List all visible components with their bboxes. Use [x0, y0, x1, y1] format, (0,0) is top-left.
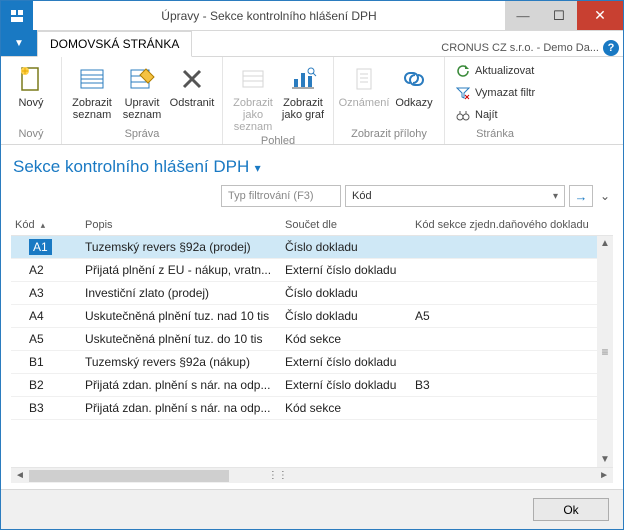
window-minimize-button[interactable]: — — [505, 1, 541, 30]
cell-popis: Přijatá zdan. plnění s nár. na odp... — [81, 401, 281, 415]
links-button[interactable]: Odkazy — [390, 61, 438, 109]
cell-soucet: Číslo dokladu — [281, 286, 411, 300]
cell-kod: A2 — [11, 263, 81, 277]
cell-popis: Přijatá zdan. plnění s nár. na odp... — [81, 378, 281, 392]
apply-filter-button[interactable]: → — [569, 185, 593, 207]
refresh-icon — [455, 63, 471, 79]
view-list-button[interactable]: Zobrazit seznam — [68, 61, 116, 121]
find-button[interactable]: Najít — [451, 105, 539, 125]
cell-soucet: Kód sekce — [281, 401, 411, 415]
cell-sekce: A5 — [411, 309, 613, 323]
new-icon — [15, 63, 47, 95]
show-as-list-button[interactable]: Zobrazit jako seznam — [229, 61, 277, 133]
window-close-button[interactable]: ✕ — [577, 1, 623, 30]
edit-list-button[interactable]: Upravit seznam — [118, 61, 166, 121]
scroll-grip-icon: ≡ — [601, 345, 608, 359]
app-icon — [1, 1, 33, 30]
cell-kod: B3 — [11, 401, 81, 415]
scroll-right-icon[interactable]: ► — [595, 470, 613, 481]
title-bar: Úpravy - Sekce kontrolního hlášení DPH —… — [1, 1, 623, 31]
delete-icon — [176, 63, 208, 95]
cell-kod: A3 — [11, 286, 81, 300]
table-row[interactable]: A5Uskutečněná plnění tuz. do 10 tisKód s… — [11, 328, 613, 351]
table-row[interactable]: A1Tuzemský revers §92a (prodej)Číslo dok… — [11, 236, 613, 259]
table-row[interactable]: B3Přijatá zdan. plnění s nár. na odp...K… — [11, 397, 613, 420]
cell-popis: Uskutečněná plnění tuz. do 10 tis — [81, 332, 281, 346]
company-label: CRONUS CZ s.r.o. - Demo Da... — [441, 42, 599, 54]
table-row[interactable]: A2Přijatá plnění z EU - nákup, vratn...E… — [11, 259, 613, 282]
app-menu-dropdown[interactable]: ▼ — [1, 30, 37, 56]
ok-button[interactable]: Ok — [533, 498, 609, 521]
scroll-grip-icon: ⋮⋮ — [269, 468, 287, 484]
clear-filter-button[interactable]: Vymazat filtr — [451, 83, 539, 103]
list-icon — [76, 63, 108, 95]
scroll-up-icon[interactable]: ▲ — [600, 236, 610, 251]
cell-soucet: Externí číslo dokladu — [281, 378, 411, 392]
cell-popis: Tuzemský revers §92a (nákup) — [81, 355, 281, 369]
cell-soucet: Kód sekce — [281, 332, 411, 346]
column-header-popis[interactable]: Popis — [81, 219, 281, 231]
cell-kod: B1 — [11, 355, 81, 369]
page-title[interactable]: Sekce kontrolního hlášení DPH ▾ — [11, 153, 613, 185]
horizontal-scrollbar[interactable]: ◄ ⋮⋮ ► — [11, 467, 613, 483]
show-as-list-icon — [237, 63, 269, 95]
cell-kod: A4 — [11, 309, 81, 323]
column-header-sekce[interactable]: Kód sekce zjedn.daňového dokladu — [411, 219, 613, 231]
filter-bar: Typ filtrování (F3) Kód ▾ → ⌄ — [11, 185, 613, 207]
cell-popis: Tuzemský revers §92a (prodej) — [81, 240, 281, 254]
filter-type-input[interactable]: Typ filtrování (F3) — [221, 185, 341, 207]
content-area: Sekce kontrolního hlášení DPH ▾ Typ filt… — [1, 145, 623, 489]
notifications-button[interactable]: Oznámení — [340, 61, 388, 109]
refresh-button[interactable]: Aktualizovat — [451, 61, 539, 81]
cell-kod: A1 — [11, 240, 81, 254]
cell-soucet: Číslo dokladu — [281, 240, 411, 254]
clear-filter-icon — [455, 85, 471, 101]
cell-popis: Investiční zlato (prodej) — [81, 286, 281, 300]
scroll-down-icon[interactable]: ▼ — [600, 452, 610, 467]
cell-soucet: Číslo dokladu — [281, 309, 411, 323]
column-header-kod[interactable]: Kód ▴ — [11, 219, 81, 231]
cell-popis: Přijatá plnění z EU - nákup, vratn... — [81, 263, 281, 277]
document-icon — [348, 63, 380, 95]
link-icon — [398, 63, 430, 95]
grid-body: A1Tuzemský revers §92a (prodej)Číslo dok… — [11, 236, 613, 467]
scroll-thumb[interactable] — [29, 470, 229, 482]
sort-asc-icon: ▴ — [41, 220, 46, 231]
vertical-scrollbar[interactable]: ▲ ≡ ▼ — [597, 236, 613, 467]
ribbon-tabs: ▼ DOMOVSKÁ STRÁNKA CRONUS CZ s.r.o. - De… — [1, 31, 623, 57]
window-maximize-button[interactable]: ☐ — [541, 1, 577, 30]
cell-kod: A5 — [11, 332, 81, 346]
binoculars-icon — [455, 107, 471, 123]
show-as-chart-button[interactable]: Zobrazit jako graf — [279, 61, 327, 121]
cell-kod: B2 — [11, 378, 81, 392]
window-title: Úpravy - Sekce kontrolního hlášení DPH — [33, 1, 505, 30]
data-grid: Kód ▴ Popis Součet dle Kód sekce zjedn.d… — [11, 215, 613, 483]
column-header-soucet[interactable]: Součet dle — [281, 219, 411, 231]
help-icon[interactable]: ? — [603, 40, 619, 56]
chevron-down-icon: ▾ — [249, 161, 260, 175]
tab-home[interactable]: DOMOVSKÁ STRÁNKA — [37, 31, 192, 57]
table-row[interactable]: A3Investiční zlato (prodej)Číslo dokladu — [11, 282, 613, 305]
expand-filter-button[interactable]: ⌄ — [597, 185, 613, 207]
table-row[interactable]: B1Tuzemský revers §92a (nákup)Externí čí… — [11, 351, 613, 374]
delete-button[interactable]: Odstranit — [168, 61, 216, 109]
cell-popis: Uskutečněná plnění tuz. nad 10 tis — [81, 309, 281, 323]
edit-list-icon — [126, 63, 158, 95]
scroll-left-icon[interactable]: ◄ — [11, 470, 29, 481]
cell-soucet: Externí číslo dokladu — [281, 263, 411, 277]
footer: Ok — [1, 489, 623, 529]
chart-icon — [287, 63, 319, 95]
filter-field-select[interactable]: Kód ▾ — [345, 185, 565, 207]
grid-header: Kód ▴ Popis Součet dle Kód sekce zjedn.d… — [11, 215, 613, 236]
cell-sekce: B3 — [411, 378, 613, 392]
cell-soucet: Externí číslo dokladu — [281, 355, 411, 369]
new-button[interactable]: Nový — [7, 61, 55, 109]
table-row[interactable]: B2Přijatá zdan. plnění s nár. na odp...E… — [11, 374, 613, 397]
ribbon: Nový Nový Zobrazit seznam Upravit seznam… — [1, 57, 623, 145]
chevron-down-icon: ▾ — [553, 191, 558, 202]
table-row[interactable]: A4Uskutečněná plnění tuz. nad 10 tisČísl… — [11, 305, 613, 328]
